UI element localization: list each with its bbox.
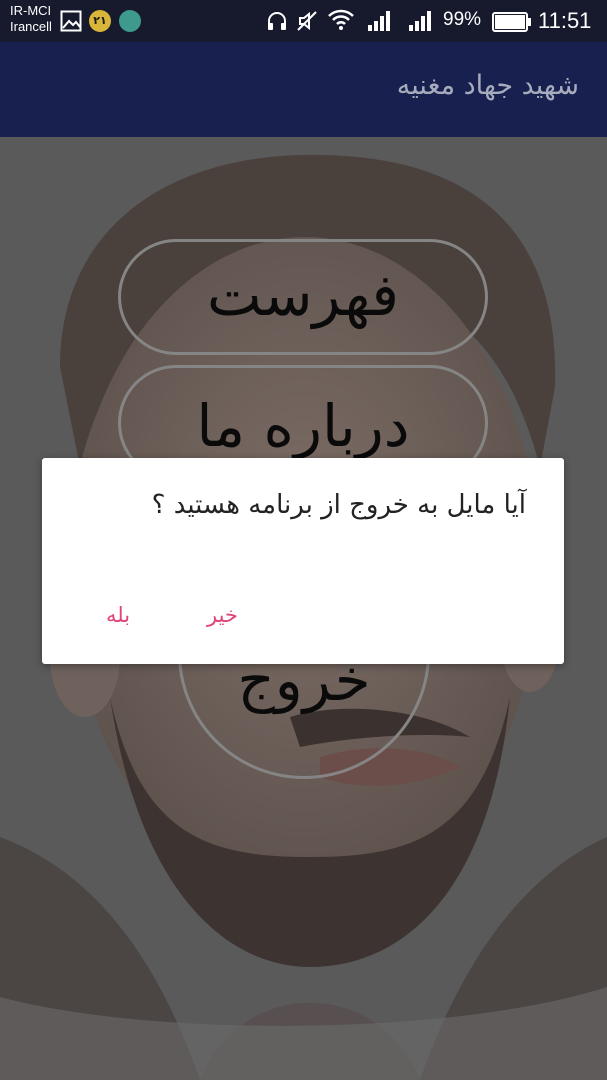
carrier-info: IR-MCI Irancell xyxy=(10,3,52,35)
exit-confirm-dialog: آیا مایل به خروج از برنامه هستید ؟ خیر ب… xyxy=(42,458,564,664)
headphone-icon xyxy=(268,12,286,30)
signal-icon xyxy=(368,11,390,31)
dialog-message: آیا مایل به خروج از برنامه هستید ؟ xyxy=(151,490,526,520)
carrier-primary: IR-MCI xyxy=(10,3,52,18)
battery-icon xyxy=(492,12,531,32)
carrier-secondary: Irancell xyxy=(10,19,52,34)
no-button[interactable]: خیر xyxy=(207,603,238,627)
status-bar: IR-MCI Irancell ۲۱ 99% 11:51 xyxy=(0,0,607,42)
vibrate-off-icon xyxy=(297,11,317,31)
app-notification-icon xyxy=(119,10,141,32)
yes-button[interactable]: بله xyxy=(106,603,130,627)
app-bar: شهید جهاد مغنیه xyxy=(0,42,607,137)
index-button[interactable]: فهرست xyxy=(118,239,488,355)
battery-percent: 99% xyxy=(443,9,482,30)
notification-badge-icon: ۲۱ xyxy=(89,10,111,32)
signal-icon xyxy=(409,11,431,31)
wifi-icon xyxy=(328,9,354,30)
screen: IR-MCI Irancell ۲۱ 99% 11:51 شهید جهاد م… xyxy=(0,0,607,1080)
gallery-icon xyxy=(60,10,82,32)
app-title: شهید جهاد مغنیه xyxy=(396,70,579,101)
clock: 11:51 xyxy=(538,8,592,33)
